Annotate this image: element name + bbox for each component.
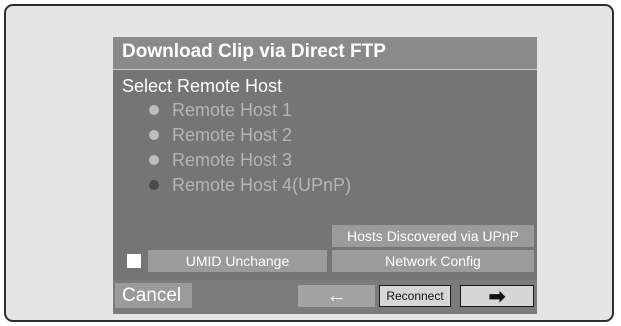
- remote-host-label: Remote Host 2: [172, 125, 293, 145]
- back-arrow-button[interactable]: ←: [298, 285, 375, 307]
- download-dialog: Download Clip via Direct FTP Select Remo…: [113, 37, 537, 314]
- dialog-title: Download Clip via Direct FTP: [122, 41, 386, 62]
- umid-unchange-checkbox[interactable]: [127, 254, 141, 268]
- umid-unchange-button[interactable]: UMID Unchange: [148, 250, 327, 272]
- device-frame: Download Clip via Direct FTP Select Remo…: [4, 4, 614, 322]
- network-config-button[interactable]: Network Config: [332, 250, 534, 272]
- next-arrow-button[interactable]: ➡: [460, 285, 534, 308]
- hosts-discovered-upnp-button[interactable]: Hosts Discovered via UPnP: [332, 225, 534, 247]
- remote-host-label: Remote Host 4(UPnP): [172, 175, 352, 195]
- select-remote-host-label: Select Remote Host: [122, 76, 283, 96]
- dialog-title-bar: Download Clip via Direct FTP: [113, 37, 537, 70]
- remote-host-label: Remote Host 3: [172, 150, 293, 170]
- cancel-button[interactable]: Cancel: [115, 283, 192, 308]
- reconnect-button[interactable]: Reconnect: [379, 285, 451, 307]
- radio-icon: [149, 105, 159, 115]
- right-arrow-icon: ➡: [488, 285, 506, 308]
- radio-icon: [149, 155, 159, 165]
- remote-host-option-4[interactable]: Remote Host 4(UPnP): [149, 175, 449, 197]
- remote-host-option-3[interactable]: Remote Host 3: [149, 150, 449, 172]
- remote-host-option-2[interactable]: Remote Host 2: [149, 125, 449, 147]
- radio-icon: [149, 180, 159, 190]
- remote-host-option-1[interactable]: Remote Host 1: [149, 100, 449, 122]
- radio-icon: [149, 130, 159, 140]
- left-arrow-icon: ←: [326, 284, 347, 307]
- remote-host-label: Remote Host 1: [172, 100, 293, 120]
